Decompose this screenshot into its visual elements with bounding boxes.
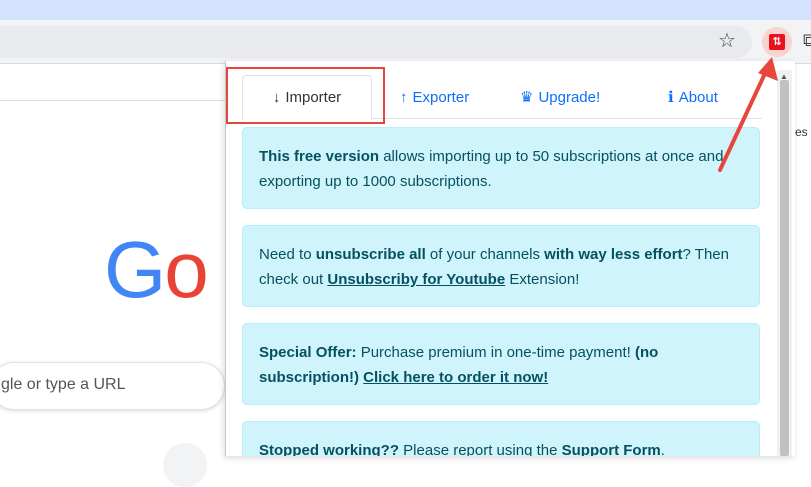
alert-text: Extension! bbox=[505, 271, 580, 288]
alert-bold: with way less effort bbox=[544, 246, 683, 263]
arrow-up-icon: ↑ bbox=[400, 88, 408, 106]
tab-label: Upgrade! bbox=[538, 88, 601, 106]
annotation-highlight-box bbox=[226, 67, 385, 124]
logo-letter-o: o bbox=[164, 225, 208, 314]
extension-button[interactable]: ⇅ bbox=[762, 27, 792, 57]
page-edge-text: es bbox=[795, 125, 808, 139]
star-icon[interactable]: ☆ bbox=[716, 30, 738, 52]
page-divider bbox=[0, 100, 225, 101]
alert-text: of your channels bbox=[425, 246, 545, 263]
unsubscriby-link[interactable]: Unsubscriby for Youtube bbox=[327, 271, 505, 288]
alert-special-offer: Special Offer: Purchase premium in one-t… bbox=[242, 323, 760, 405]
alert-bold: unsubscribe all bbox=[315, 246, 426, 263]
alert-text: Purchase premium in one-time payment! bbox=[356, 344, 635, 361]
address-bar[interactable] bbox=[0, 26, 752, 58]
info-icon: ℹ bbox=[668, 89, 674, 106]
alert-text: Need to bbox=[259, 246, 316, 263]
tab-upgrade[interactable]: ♛ Upgrade! bbox=[520, 75, 600, 119]
page-search-box[interactable]: gle or type a URL bbox=[0, 362, 225, 410]
import-export-icon: ⇅ bbox=[769, 34, 785, 50]
tab-label: Exporter bbox=[412, 88, 470, 106]
alert-bold: Stopped working?? bbox=[259, 442, 399, 456]
crown-icon: ♛ bbox=[520, 89, 534, 106]
support-form-link[interactable]: Support Form bbox=[562, 442, 661, 456]
logo-letter-g: G bbox=[104, 225, 166, 314]
order-link[interactable]: Click here to order it now! bbox=[363, 369, 548, 386]
tab-exporter[interactable]: ↑ Exporter bbox=[400, 75, 469, 119]
alert-text: Please report using the bbox=[399, 442, 562, 456]
alert-unsubscribe: Need to unsubscribe all of your channels… bbox=[242, 225, 760, 307]
alert-text: . bbox=[660, 442, 665, 456]
alert-stopped-working: Stopped working?? Please report using th… bbox=[242, 421, 760, 456]
shortcut-tile[interactable] bbox=[163, 443, 207, 487]
alert-free-version: This free version allows importing up to… bbox=[242, 127, 760, 209]
browser-tab-strip bbox=[0, 0, 811, 20]
alert-bold: This free version bbox=[259, 148, 380, 165]
google-logo: Go bbox=[104, 230, 209, 310]
browser-toolbar: ☆ ⇅ ⧉ bbox=[0, 20, 811, 64]
search-placeholder: gle or type a URL bbox=[1, 376, 126, 393]
extensions-puzzle-icon[interactable]: ⧉ bbox=[803, 30, 811, 51]
annotation-arrow bbox=[718, 57, 778, 172]
alert-bold: Special Offer: bbox=[259, 344, 357, 361]
